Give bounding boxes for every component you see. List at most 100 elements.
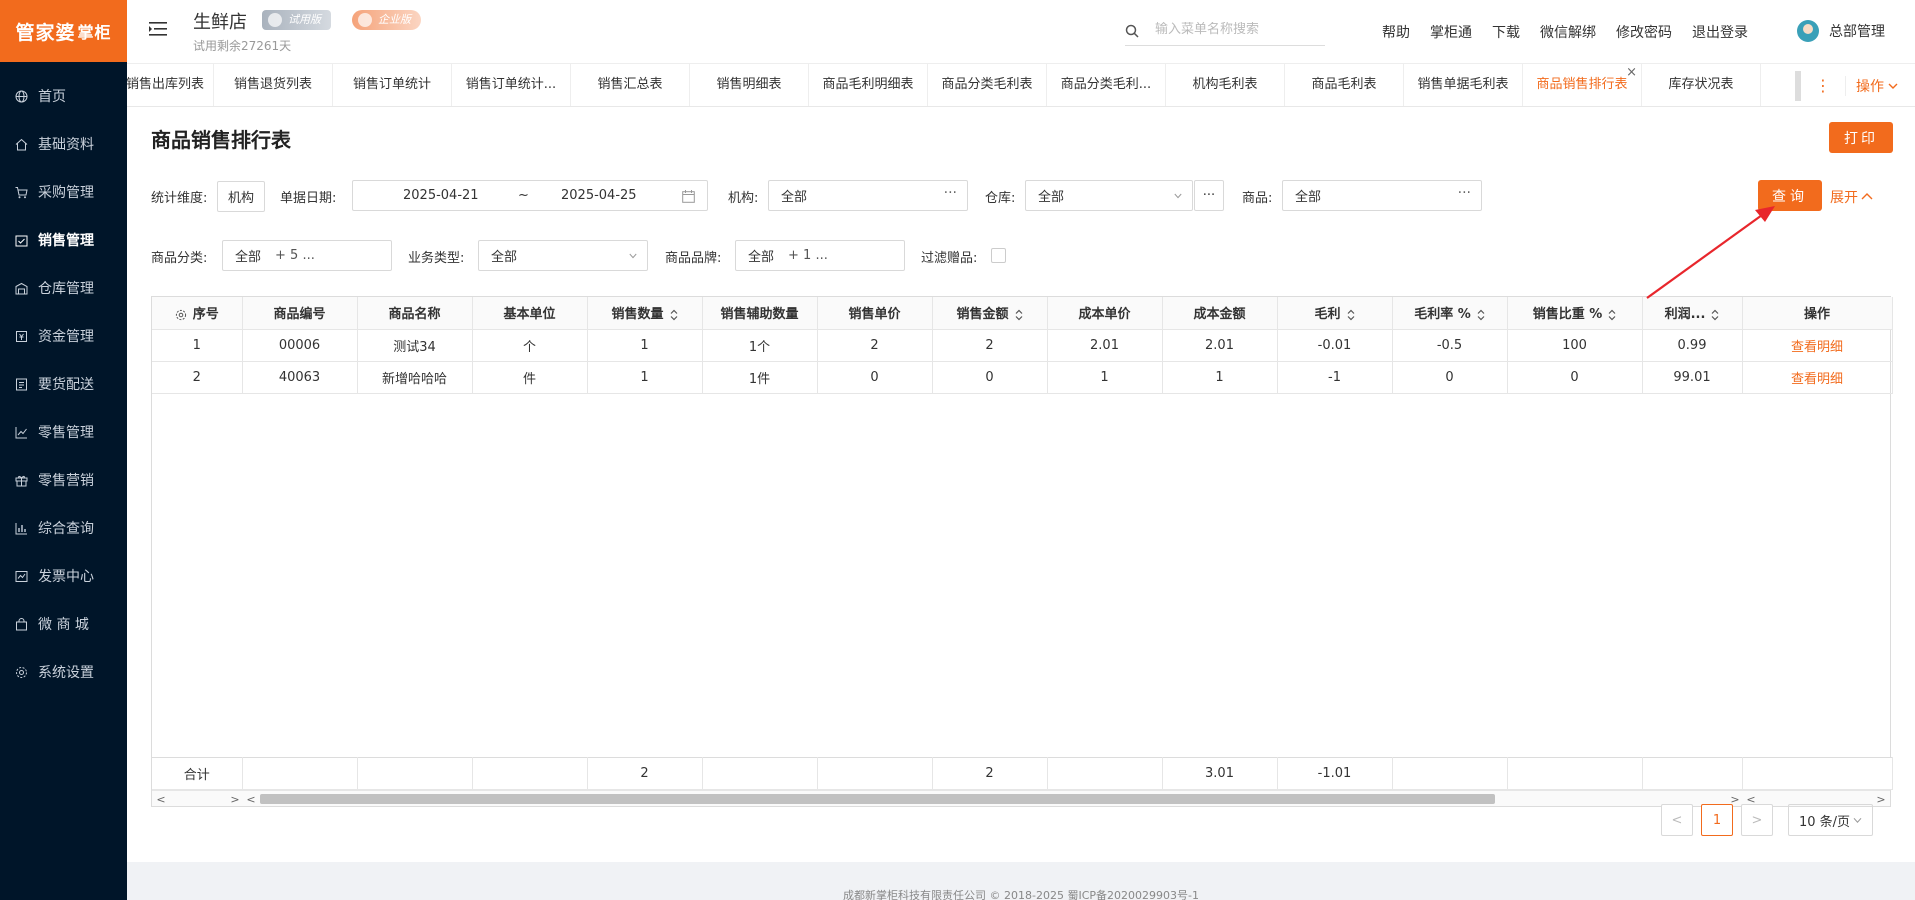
expand-filters-toggle[interactable]: 展开 bbox=[1830, 187, 1873, 207]
sidebar-item-3[interactable]: 采购管理 bbox=[0, 168, 127, 216]
print-button[interactable]: 打印 bbox=[1829, 122, 1893, 153]
column-header-11[interactable]: 毛利 bbox=[1277, 297, 1393, 330]
tab-10[interactable]: 机构毛利表 bbox=[1166, 64, 1285, 106]
tab-7[interactable]: 商品毛利明细表 bbox=[809, 64, 928, 106]
header-link-4[interactable]: 微信解绑 bbox=[1540, 22, 1596, 42]
sidebar-item-9[interactable]: 零售营销 bbox=[0, 456, 127, 504]
date-from[interactable]: 2025-04-21 bbox=[403, 188, 479, 203]
search-icon[interactable] bbox=[1125, 24, 1139, 38]
calendar-icon[interactable] bbox=[682, 190, 695, 203]
column-header-8[interactable]: 销售金额 bbox=[932, 297, 1048, 330]
sidebar-item-6[interactable]: 资金管理 bbox=[0, 312, 127, 360]
tabs-ops-dropdown[interactable]: 操作 bbox=[1845, 75, 1898, 96]
sidebar-item-13[interactable]: 系统设置 bbox=[0, 648, 127, 696]
tab-8[interactable]: 商品分类毛利表 bbox=[928, 64, 1047, 106]
category-select[interactable]: 全部 + 5 ... bbox=[222, 240, 392, 271]
sidebar-item-7[interactable]: 要货配送 bbox=[0, 360, 127, 408]
avatar[interactable] bbox=[1797, 20, 1819, 42]
user-menu[interactable]: 总部管理 bbox=[1797, 20, 1885, 42]
header-link-3[interactable]: 下载 bbox=[1492, 22, 1520, 42]
tab-14[interactable]: 库存状况表 bbox=[1642, 64, 1761, 106]
sidebar-item-11[interactable]: 发票中心 bbox=[0, 552, 127, 600]
more-dots-icon[interactable]: ··· bbox=[1458, 185, 1471, 201]
menu-search-input[interactable] bbox=[1155, 22, 1325, 37]
sidebar-item-label: 仓库管理 bbox=[38, 281, 94, 297]
next-page-button[interactable]: > bbox=[1741, 804, 1773, 836]
totals-cell bbox=[702, 757, 818, 790]
sidebar-item-12[interactable]: 微 商 城 bbox=[0, 600, 127, 648]
gear-icon[interactable] bbox=[175, 307, 193, 322]
menu-toggle-icon[interactable] bbox=[149, 20, 167, 38]
tab-5[interactable]: 销售汇总表 bbox=[571, 64, 690, 106]
sidebar-item-1[interactable]: 首页 bbox=[0, 72, 127, 120]
globe-icon bbox=[14, 89, 28, 103]
page-1-button[interactable]: 1 bbox=[1701, 804, 1733, 836]
sort-icon[interactable] bbox=[1471, 307, 1485, 322]
sort-icon[interactable] bbox=[1705, 307, 1719, 322]
tab-9[interactable]: 商品分类毛利... bbox=[1047, 64, 1166, 106]
page-size-select[interactable]: 10 条/页 bbox=[1788, 804, 1874, 836]
product-select[interactable]: 全部 ··· bbox=[1282, 180, 1482, 211]
tab-13[interactable]: 商品销售排行表 × bbox=[1523, 64, 1642, 106]
column-header-5[interactable]: 销售数量 bbox=[587, 297, 703, 330]
tab-6[interactable]: 销售明细表 bbox=[690, 64, 809, 106]
bar-icon bbox=[14, 521, 28, 535]
column-header-14[interactable]: 利润... bbox=[1642, 297, 1743, 330]
header-links: 帮助 掌柜通 下载 微信解绑 修改密码 退出登录 bbox=[1382, 22, 1768, 42]
more-vertical-icon[interactable]: ⋮ bbox=[1815, 76, 1831, 95]
more-dots-icon[interactable]: ··· bbox=[944, 185, 957, 201]
tab-4[interactable]: 销售订单统计... bbox=[452, 64, 571, 106]
scroll-left-icon[interactable]: < bbox=[154, 791, 168, 807]
tab-11[interactable]: 商品毛利表 bbox=[1285, 64, 1404, 106]
sidebar-item-4[interactable]: 销售管理 bbox=[0, 216, 127, 264]
date-to[interactable]: 2025-04-25 bbox=[561, 188, 637, 203]
close-icon[interactable]: × bbox=[1626, 64, 1637, 94]
tab-2[interactable]: 销售退货列表 bbox=[214, 64, 333, 106]
sidebar-item-8[interactable]: 零售管理 bbox=[0, 408, 127, 456]
header-link-2[interactable]: 掌柜通 bbox=[1430, 22, 1472, 42]
sort-icon[interactable] bbox=[1009, 307, 1023, 322]
prev-page-button[interactable]: < bbox=[1661, 804, 1693, 836]
sidebar-item-10[interactable]: 综合查询 bbox=[0, 504, 127, 552]
dimension-select[interactable]: 机构 bbox=[217, 181, 265, 212]
header-link-6[interactable]: 退出登录 bbox=[1692, 22, 1748, 42]
tab-label: 商品销售排行表 bbox=[1536, 77, 1628, 92]
sidebar-item-2[interactable]: 基础资料 bbox=[0, 120, 127, 168]
brand-select[interactable]: 全部 + 1 ... bbox=[735, 240, 905, 271]
header-link-1[interactable]: 帮助 bbox=[1382, 22, 1410, 42]
header-link-5[interactable]: 修改密码 bbox=[1616, 22, 1672, 42]
sort-icon[interactable] bbox=[664, 307, 678, 322]
tabs-actions: ⋮ 操作 bbox=[1795, 64, 1915, 106]
query-button[interactable]: 查询 bbox=[1758, 180, 1822, 211]
tab-12[interactable]: 销售单据毛利表 bbox=[1404, 64, 1523, 106]
view-detail-link[interactable]: 查看明细 bbox=[1791, 372, 1843, 387]
scrollbar-thumb[interactable] bbox=[260, 794, 1495, 804]
org-select[interactable]: 全部 ··· bbox=[768, 180, 968, 211]
warehouse-select[interactable]: 全部 bbox=[1025, 180, 1193, 211]
column-header-12[interactable]: 毛利率 % bbox=[1392, 297, 1508, 330]
tab-3[interactable]: 销售订单统计 bbox=[333, 64, 452, 106]
tab-label: 机构毛利表 bbox=[1192, 77, 1258, 92]
sort-icon[interactable] bbox=[1341, 307, 1355, 322]
store-name[interactable]: 生鲜店 bbox=[193, 8, 247, 34]
table-row[interactable]: 2 40063 新增哈哈哈件 1 1件 0 0 1 1 -1 0 0 99.01 查看明细 bbox=[152, 361, 1893, 394]
horizontal-scrollbar[interactable]: < > < > < > bbox=[152, 790, 1890, 806]
tab-1[interactable]: 销售出库列表 bbox=[127, 64, 214, 106]
sort-icon[interactable] bbox=[1602, 307, 1616, 322]
filter-gifts-checkbox[interactable] bbox=[991, 248, 1006, 263]
sidebar-item-5[interactable]: 仓库管理 bbox=[0, 264, 127, 312]
brand-logo[interactable]: 管家婆 掌柜 bbox=[0, 0, 127, 62]
warehouse-more-button[interactable]: ··· bbox=[1194, 180, 1224, 211]
scroll-left-icon[interactable]: < bbox=[244, 791, 258, 807]
biz-type-select[interactable]: 全部 bbox=[478, 240, 648, 271]
chevron-down-icon bbox=[629, 253, 637, 259]
table-row[interactable]: 1 00006 测试34 个 1 1个 2 2 2.01 2.01 -0.01 -0.5 100 0.99… bbox=[152, 329, 1893, 362]
category-label: 商品分类: bbox=[151, 251, 208, 266]
scroll-right-icon[interactable]: > bbox=[228, 791, 242, 807]
date-range-picker[interactable]: 2025-04-21 ~ 2025-04-25 bbox=[352, 180, 708, 211]
view-detail-link[interactable]: 查看明细 bbox=[1791, 340, 1843, 355]
totals-cell: 2 bbox=[932, 757, 1048, 790]
user-name[interactable]: 总部管理 bbox=[1829, 21, 1885, 41]
column-header-13[interactable]: 销售比重 % bbox=[1507, 297, 1643, 330]
scroll-right-icon[interactable]: > bbox=[1874, 791, 1888, 807]
